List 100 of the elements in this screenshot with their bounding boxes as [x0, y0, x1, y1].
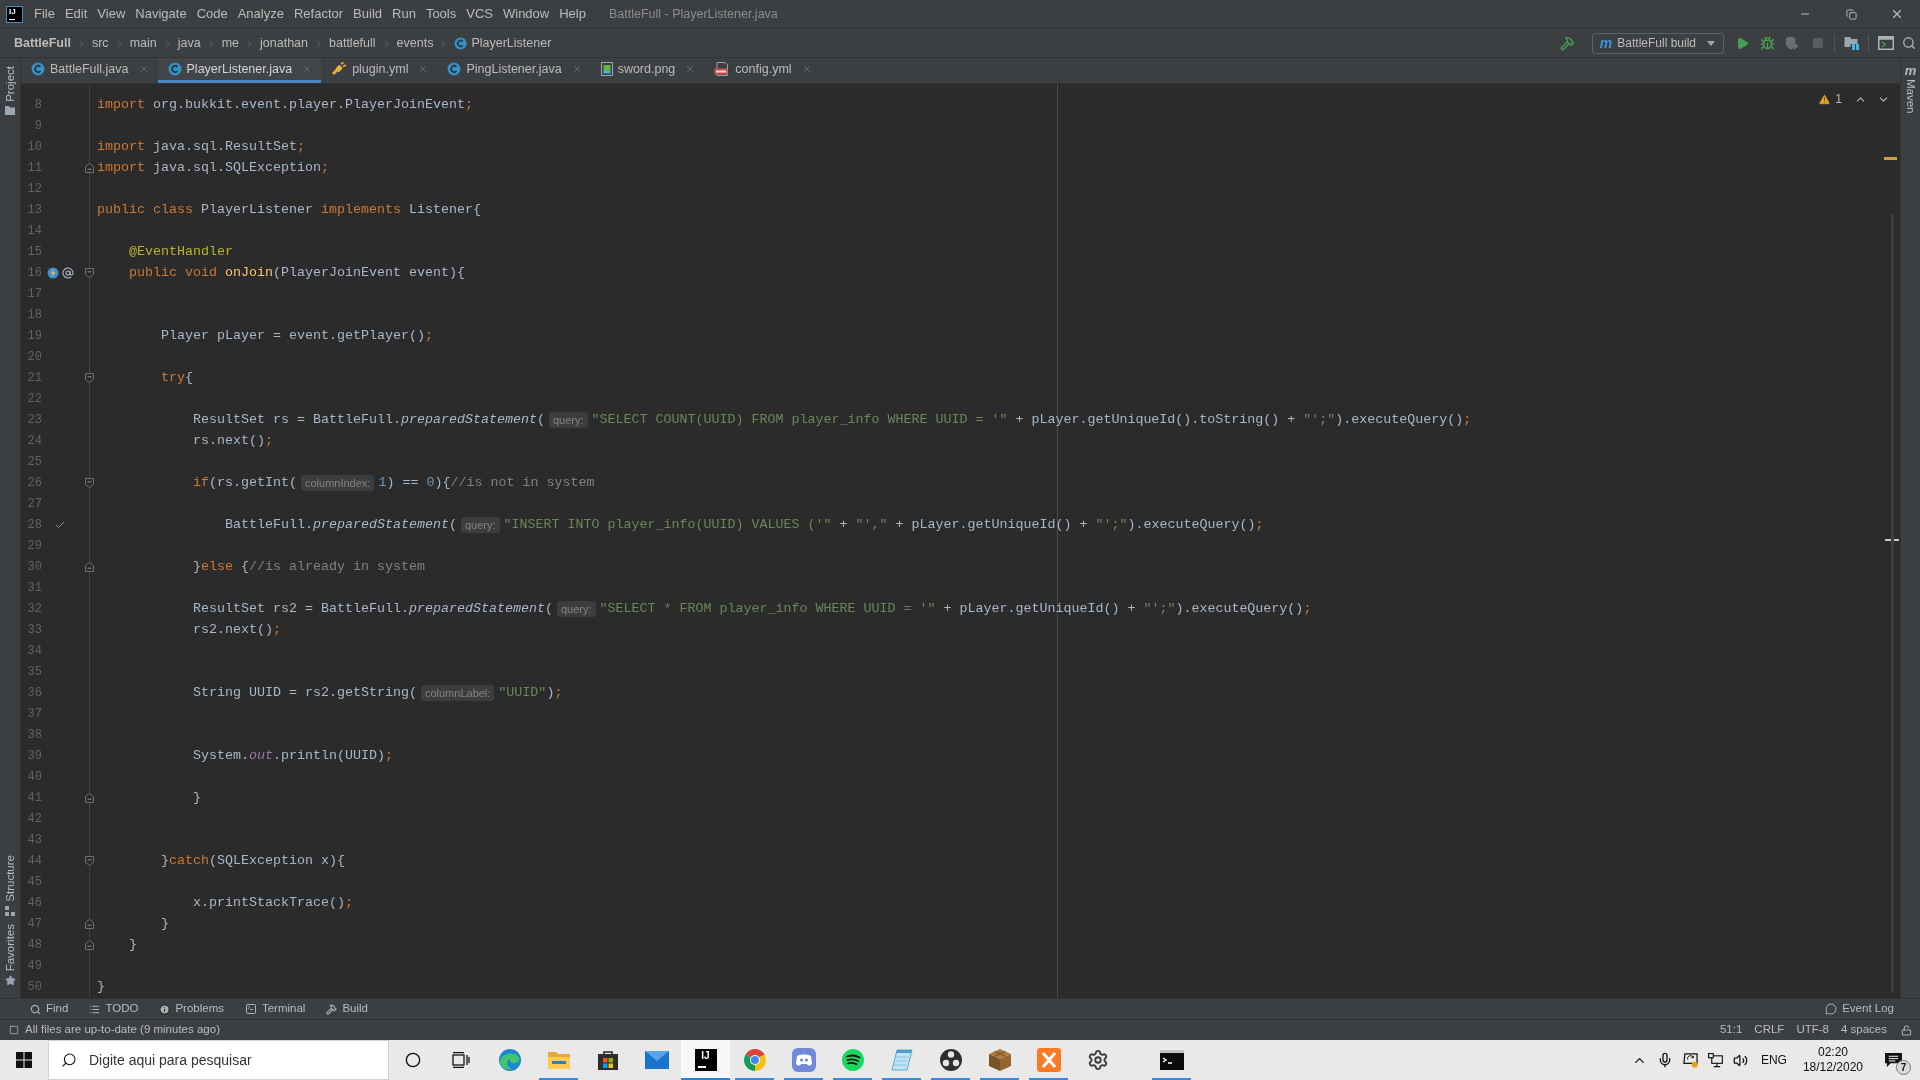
status-item[interactable]: CRLF	[1748, 1021, 1791, 1039]
lightning-bolt-icon[interactable]	[47, 266, 59, 279]
parameter-hint: columnIndex:	[300, 474, 375, 491]
fold-marker-icon[interactable]	[85, 267, 94, 278]
breadcrumb-item[interactable]: battlefull	[327, 33, 378, 53]
code-text: public void onJoin(PlayerJoinEvent event){	[129, 263, 465, 282]
hammer-icon	[1559, 35, 1575, 51]
fold-marker-icon[interactable]	[85, 918, 94, 929]
menu-item[interactable]: Window	[497, 3, 555, 25]
tool-window-button[interactable]: TODO	[81, 999, 147, 1019]
status-item[interactable]: 4 spaces	[1834, 1021, 1893, 1039]
status-item[interactable]: UTF-8	[1790, 1021, 1835, 1039]
warning-count[interactable]: 1	[1835, 90, 1842, 108]
run-config-dropdown[interactable]: m BattleFull build	[1591, 32, 1724, 54]
line-number: 21	[26, 369, 42, 387]
fold-marker-icon[interactable]	[85, 855, 94, 866]
search-field[interactable]: Digite aqui para pesquisar	[48, 1040, 389, 1080]
breadcrumb-item[interactable]: jonathan	[258, 33, 310, 53]
tool-window-button[interactable]: Find	[22, 999, 77, 1019]
line-number: 8	[33, 96, 42, 114]
menu-item[interactable]: Navigate	[130, 3, 192, 25]
fold-marker-icon[interactable]	[85, 372, 94, 383]
editor-tab[interactable]: PingListener.java	[437, 58, 591, 83]
fold-marker-icon[interactable]	[85, 792, 94, 803]
notification-icon[interactable]	[1885, 1052, 1902, 1068]
line-number: 37	[26, 705, 42, 723]
breadcrumb-item[interactable]: events	[394, 33, 436, 53]
code-text: if(rs.getInt(	[193, 473, 297, 492]
breadcrumb-item[interactable]: me	[219, 33, 242, 53]
volume-icon[interactable]	[1732, 1052, 1748, 1068]
close-icon[interactable]	[138, 64, 149, 74]
menu-item[interactable]: VCS	[461, 3, 498, 25]
warning-marker[interactable]	[1884, 157, 1897, 160]
breadcrumb-item[interactable]: BattleFull	[12, 33, 73, 53]
close-icon[interactable]	[418, 64, 429, 74]
breadcrumb-item[interactable]: PlayerListener	[452, 33, 554, 53]
at-sign-icon[interactable]	[62, 266, 74, 279]
close-icon[interactable]	[685, 64, 696, 74]
breadcrumb-item[interactable]: java	[175, 33, 203, 53]
menu-item[interactable]: Help	[554, 3, 591, 25]
menu-item[interactable]: Build	[348, 3, 387, 25]
tool-window-tab[interactable]: Favorites	[3, 919, 17, 990]
line-number: 42	[26, 810, 42, 828]
menu-item[interactable]: File	[29, 3, 60, 25]
screen-sync-icon[interactable]	[1682, 1052, 1698, 1068]
menu-item[interactable]: Analyze	[232, 3, 289, 25]
warning-icon[interactable]	[1818, 92, 1832, 106]
line-number: 22	[26, 390, 42, 408]
panel-toggle-icon[interactable]	[9, 1025, 19, 1035]
taskbar-app-button[interactable]: IJ	[681, 1040, 730, 1080]
tab-label: PlayerListener.java	[186, 60, 293, 78]
tool-window-button[interactable]: Event Log	[1817, 999, 1902, 1019]
tool-window-button[interactable]: Problems	[151, 999, 232, 1019]
menu-item[interactable]: Code	[191, 3, 233, 25]
menu-item[interactable]: Refactor	[288, 3, 349, 25]
terminal-icon	[244, 1003, 257, 1015]
editor-tab[interactable]: sword.png	[590, 58, 705, 83]
breadcrumb-item[interactable]: src	[89, 33, 111, 53]
tool-window-tab[interactable]: Structure	[3, 851, 17, 920]
close-icon[interactable]	[801, 64, 812, 74]
close-icon[interactable]	[571, 64, 582, 74]
editor-tab[interactable]: config.yml	[704, 58, 821, 83]
menu-item[interactable]: View	[92, 3, 131, 25]
tool-window-button[interactable]: Terminal	[236, 999, 314, 1019]
line-number: 44	[26, 852, 42, 870]
tool-window-tab[interactable]: m Maven	[1904, 62, 1917, 116]
open-lock-icon[interactable]	[1901, 1024, 1912, 1036]
code-text: }	[97, 977, 105, 996]
line-number: 18	[26, 306, 42, 324]
fold-marker-icon[interactable]	[85, 561, 94, 572]
language-indicator[interactable]: ENG	[1760, 1051, 1787, 1069]
bug-icon	[1760, 35, 1775, 51]
terminal-icon	[1159, 1050, 1184, 1070]
menu-item[interactable]: Edit	[59, 3, 93, 25]
code-text: }else {//is already in system	[193, 557, 425, 576]
editor-tab[interactable]: plugin.yml	[321, 58, 438, 83]
line-number: 31	[26, 579, 42, 597]
close-icon[interactable]	[302, 64, 313, 74]
editor-tab[interactable]: BattleFull.java	[21, 58, 158, 83]
code-text: "SELECT COUNT(UUID) FROM player_info WHERE UUID = '" + pLayer.getUniqueId().toString() + "';").executeQuery();	[591, 410, 1472, 429]
fold-marker-icon[interactable]	[85, 477, 94, 488]
controller-icon	[791, 1048, 816, 1072]
tool-window-tab[interactable]: Project	[3, 62, 17, 119]
fold-marker-icon[interactable]	[85, 162, 94, 173]
editor-tab[interactable]: PlayerListener.java	[157, 58, 322, 83]
fold-marker-icon[interactable]	[85, 939, 94, 950]
code-text: }	[161, 914, 169, 933]
code-text: @EventHandler	[129, 242, 233, 261]
breadcrumb-item[interactable]: main	[127, 33, 159, 53]
network-icon[interactable]	[1707, 1052, 1723, 1068]
status-item[interactable]: 51:1	[1713, 1021, 1749, 1039]
menu-item[interactable]: Tools	[420, 3, 462, 25]
parameter-hint: columnLabel:	[420, 684, 495, 701]
clock-button[interactable]: 02:20 18/12/2020	[1794, 1045, 1871, 1075]
line-number: 46	[26, 894, 42, 912]
tool-window-button[interactable]: Build	[318, 999, 376, 1019]
search-icon	[30, 1003, 41, 1015]
line-number: 48	[26, 936, 42, 954]
parameter-hint: query:	[548, 411, 588, 428]
menu-item[interactable]: Run	[387, 3, 421, 25]
